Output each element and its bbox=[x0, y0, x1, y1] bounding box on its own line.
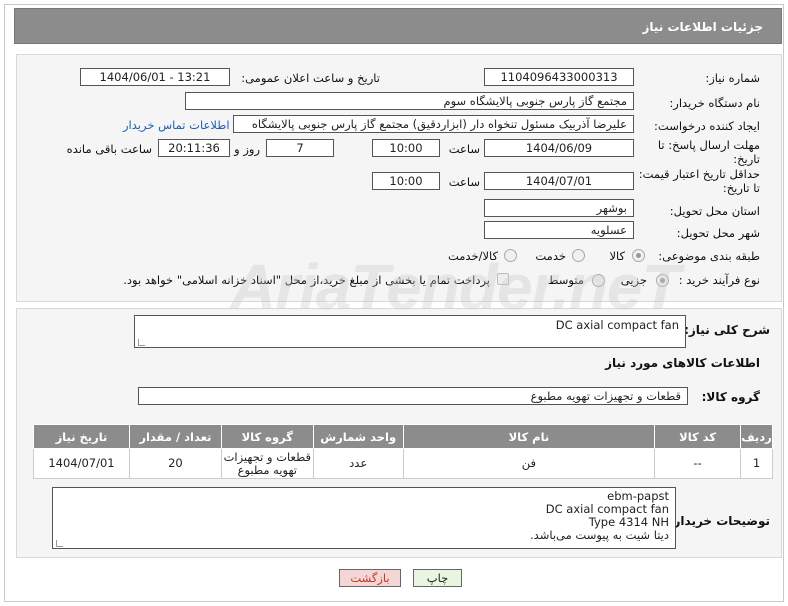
description-text: DC axial compact fan bbox=[555, 318, 679, 332]
buyer-org-label: نام دستگاه خریدار: bbox=[669, 96, 760, 110]
table-row[interactable]: 1 -- فن عدد قطعات و تجهیزات تهویه مطبوع … bbox=[33, 448, 773, 479]
days-field: 7 bbox=[266, 139, 334, 157]
deadline-label-2: تاریخ: bbox=[733, 152, 760, 166]
back-button[interactable]: بازگشت bbox=[339, 569, 401, 587]
description-field: DC axial compact fan bbox=[134, 315, 686, 348]
col-row: ردیف bbox=[740, 424, 773, 449]
deadline-time-field: 10:00 bbox=[372, 139, 440, 157]
process-label: نوع فرآیند خرید : bbox=[678, 273, 760, 287]
price-valid-label-2: تا تاریخ: bbox=[722, 181, 760, 195]
cell-name: فن bbox=[402, 448, 656, 479]
price-valid-label-1: حداقل تاریخ اعتبار قیمت: bbox=[638, 167, 760, 181]
deadline-label-1: مهلت ارسال پاسخ: تا bbox=[657, 138, 760, 152]
items-section-title: اطلاعات کالاهای مورد نیاز bbox=[605, 356, 760, 370]
announce-field: 1404/06/01 - 13:21 bbox=[80, 68, 230, 86]
col-unit: واحد شمارش bbox=[312, 424, 404, 449]
items-table: ردیف کد کالا نام کالا واحد شمارش گروه کا… bbox=[33, 424, 773, 479]
city-label: شهر محل تحویل: bbox=[676, 226, 760, 240]
cell-code: -- bbox=[654, 448, 742, 479]
province-field: بوشهر bbox=[484, 199, 634, 217]
province-label: استان محل تحویل: bbox=[669, 204, 760, 218]
description-label: شرح کلی نیاز: bbox=[684, 323, 770, 337]
category-radio-goods-service[interactable] bbox=[504, 249, 517, 262]
table-header-row: ردیف کد کالا نام کالا واحد شمارش گروه کا… bbox=[33, 424, 773, 449]
days-label: روز و bbox=[234, 142, 260, 156]
process-radio-medium[interactable] bbox=[592, 274, 605, 287]
page-header: جزئیات اطلاعات نیاز bbox=[14, 8, 782, 44]
treasury-payment-checkbox[interactable] bbox=[497, 273, 509, 285]
print-button[interactable]: چاپ bbox=[413, 569, 462, 587]
col-name: نام کالا bbox=[402, 424, 656, 449]
need-number-field: 1104096433000313 bbox=[484, 68, 634, 86]
goods-group-field: قطعات و تجهیزات تهویه مطبوع bbox=[138, 387, 688, 405]
cell-qty: 20 bbox=[128, 448, 222, 479]
buyer-org-field: مجتمع گاز پارس جنوبی پالایشگاه سوم bbox=[185, 92, 634, 110]
category-radio-service[interactable] bbox=[572, 249, 585, 262]
process-option-medium: متوسط bbox=[547, 273, 584, 287]
buyer-notes-field: ebm-papst DC axial compact fan Type 4314… bbox=[52, 487, 676, 549]
buyer-notes-label: توضیحات خریدار: bbox=[668, 514, 770, 528]
col-group: گروه کالا bbox=[220, 424, 314, 449]
buyer-note-line: دیتا شیت به پیوست می‌باشد. bbox=[530, 528, 669, 542]
price-valid-date-field: 1404/07/01 bbox=[484, 172, 634, 190]
price-valid-time-label: ساعت bbox=[448, 175, 480, 189]
resize-handle-icon[interactable] bbox=[56, 540, 63, 547]
city-field: عسلویه bbox=[484, 221, 634, 239]
category-radio-goods[interactable] bbox=[632, 249, 645, 262]
deadline-time-label: ساعت bbox=[448, 142, 480, 156]
cell-date: 1404/07/01 bbox=[33, 448, 130, 479]
col-qty: تعداد / مقدار bbox=[128, 424, 222, 449]
creator-label: ایجاد کننده درخواست: bbox=[654, 119, 760, 133]
remaining-time-field: 20:11:36 bbox=[158, 139, 230, 157]
treasury-payment-note: پرداخت تمام یا بخشی از مبلغ خرید،از محل … bbox=[123, 273, 490, 287]
cell-unit: عدد bbox=[312, 448, 404, 479]
need-number-label: شماره نیاز: bbox=[705, 71, 760, 85]
announce-label: تاریخ و ساعت اعلان عمومی: bbox=[241, 71, 380, 85]
resize-handle-icon[interactable] bbox=[138, 339, 145, 346]
col-date: تاریخ نیاز bbox=[33, 424, 130, 449]
deadline-date-field: 1404/06/09 bbox=[484, 139, 634, 157]
cell-row: 1 bbox=[740, 448, 773, 479]
creator-field: علیرضا آذربیک مسئول تنخواه دار (ابزاردقی… bbox=[233, 115, 634, 133]
cell-group: قطعات و تجهیزات تهویه مطبوع bbox=[220, 448, 314, 479]
remaining-label: ساعت باقی مانده bbox=[66, 142, 152, 156]
process-radio-minor[interactable] bbox=[656, 274, 669, 287]
price-valid-time-field: 10:00 bbox=[372, 172, 440, 190]
category-option-service: خدمت bbox=[535, 249, 566, 263]
category-option-goods-service: کالا/خدمت bbox=[447, 249, 498, 263]
buyer-contact-link[interactable]: اطلاعات تماس خریدار bbox=[123, 118, 230, 132]
category-label: طبقه بندی موضوعی: bbox=[658, 249, 760, 263]
goods-group-label: گروه کالا: bbox=[701, 390, 760, 404]
col-code: کد کالا bbox=[654, 424, 742, 449]
category-option-goods: کالا bbox=[609, 249, 625, 263]
process-option-minor: جزیی bbox=[620, 273, 647, 287]
